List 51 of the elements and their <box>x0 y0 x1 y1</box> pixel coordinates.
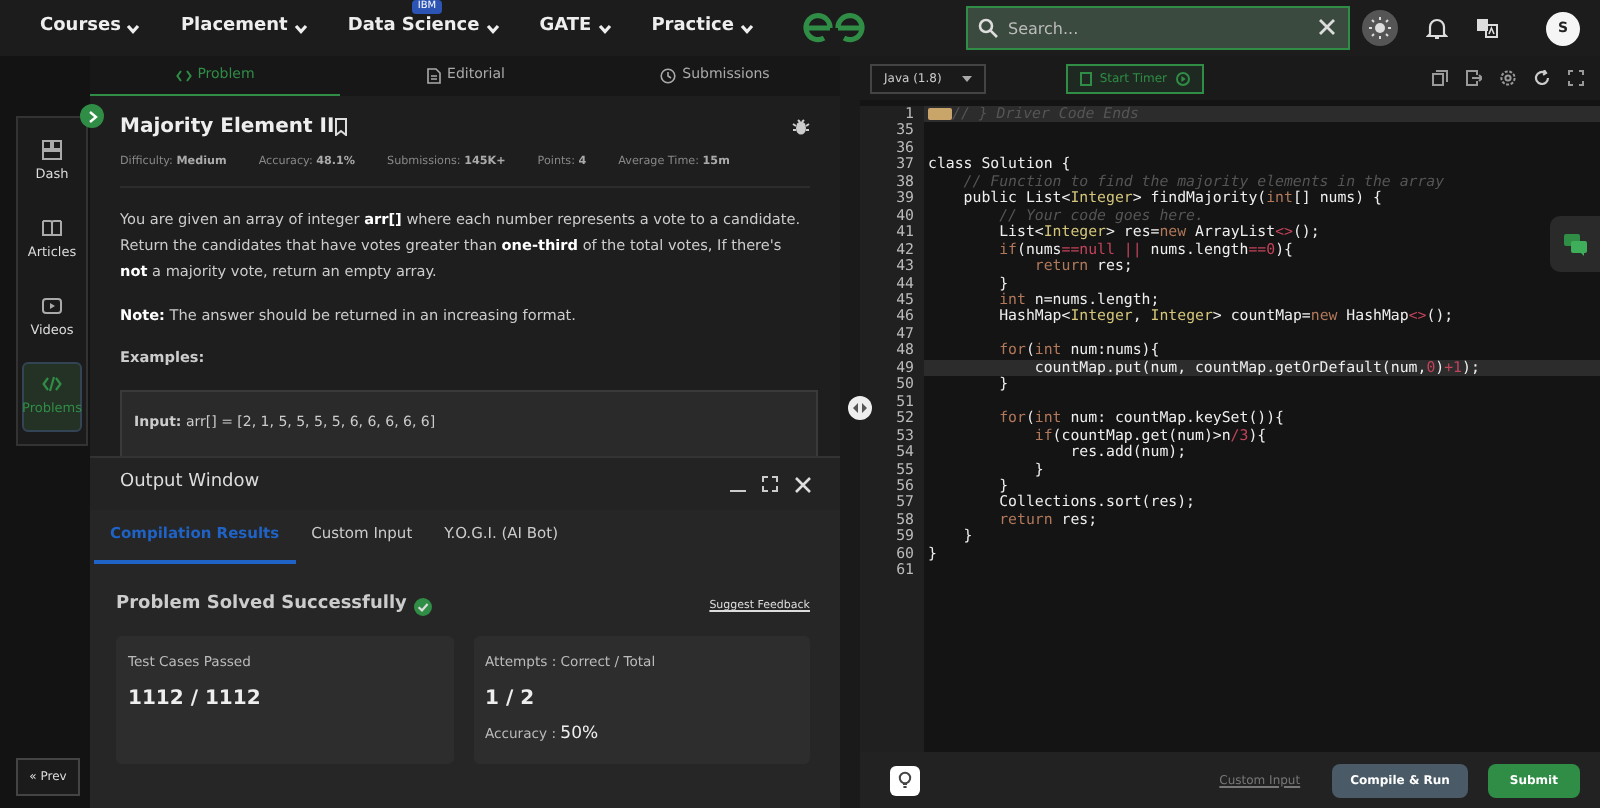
notification-bell-icon[interactable] <box>1426 16 1448 40</box>
bug-icon[interactable] <box>792 118 810 136</box>
result-value: 1 / 2 <box>485 685 537 714</box>
chevron-down-icon <box>485 23 500 33</box>
search-field[interactable]: Search... <box>966 6 1350 50</box>
close-icon[interactable] <box>1318 18 1336 36</box>
fullscreen-icon[interactable] <box>1568 70 1584 86</box>
document-icon <box>425 67 442 83</box>
logo-icon <box>798 12 870 44</box>
chevron-down-icon <box>597 23 612 33</box>
resize-arrows-icon <box>852 402 868 414</box>
bookmark-icon[interactable] <box>334 118 349 136</box>
code-icon <box>42 374 62 395</box>
chevron-down-icon <box>739 23 754 33</box>
play-icon <box>1175 71 1190 85</box>
chat-button[interactable] <box>1550 216 1600 272</box>
settings-icon[interactable] <box>1500 70 1516 86</box>
chevron-right-icon <box>87 109 97 123</box>
nav-menu-item[interactable]: GATE <box>539 14 612 42</box>
hint-button[interactable] <box>890 765 920 795</box>
fold-marker-icon[interactable] <box>928 108 952 121</box>
copy-icon[interactable] <box>1432 70 1448 86</box>
code-icon <box>175 67 192 83</box>
nav-menu-item[interactable]: Data Science <box>347 14 500 42</box>
chevron-down-icon <box>293 23 308 33</box>
timer-icon <box>1079 71 1092 85</box>
nav-menu-item[interactable]: Placement <box>180 14 308 42</box>
expand-icon[interactable] <box>762 476 778 492</box>
dashboard-icon <box>42 140 62 160</box>
search-icon <box>978 18 998 38</box>
close-icon[interactable] <box>794 475 812 493</box>
video-icon <box>42 295 62 315</box>
file-export-icon[interactable] <box>1466 70 1482 86</box>
nav-menu-item[interactable]: Practice <box>651 14 754 42</box>
refresh-icon[interactable] <box>1534 70 1550 86</box>
chat-icon <box>1563 233 1587 255</box>
nav-menu-item[interactable]: Courses <box>40 14 141 42</box>
problem-title: Majority Element II <box>120 114 335 142</box>
sidebar-toggle-button[interactable] <box>80 104 104 128</box>
result-value: 1112 / 1112 <box>128 685 263 714</box>
clock-icon <box>660 67 677 83</box>
caret-icon <box>961 75 972 81</box>
success-check-icon <box>414 597 433 615</box>
book-icon <box>42 217 62 238</box>
lightbulb-icon <box>896 770 914 790</box>
status-text: Problem Solved Successfully <box>116 592 407 619</box>
translate-icon[interactable] <box>1476 18 1498 38</box>
output-window-title: Output Window <box>120 470 262 497</box>
resize-handle[interactable] <box>848 396 872 420</box>
chevron-down-icon <box>126 23 141 33</box>
theme-toggle-icon[interactable] <box>1362 10 1398 46</box>
